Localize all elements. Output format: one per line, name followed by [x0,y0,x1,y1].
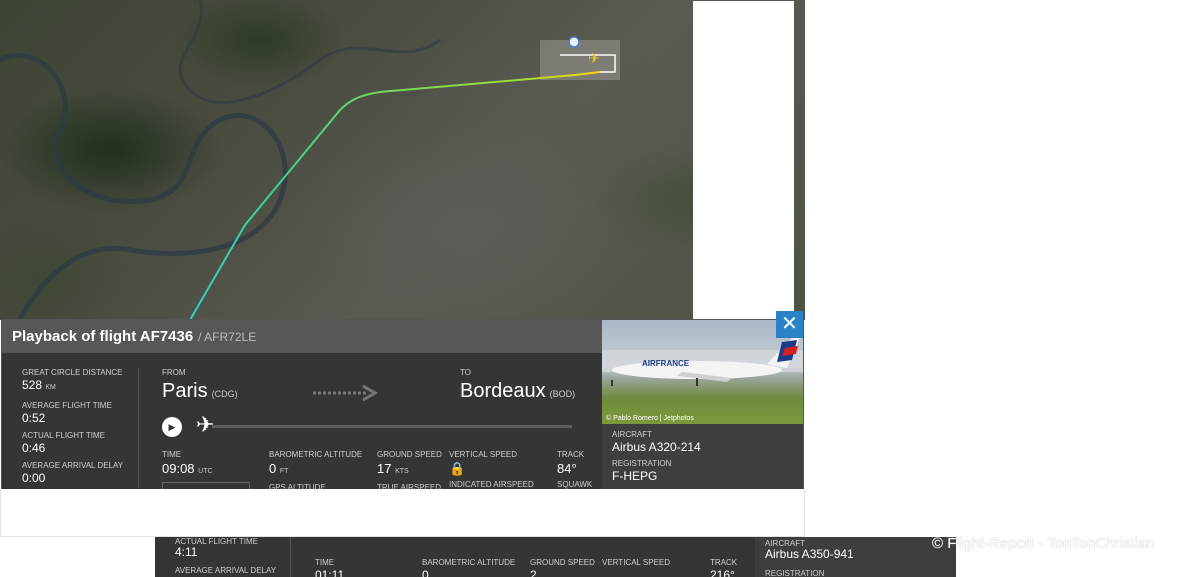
divider [138,368,139,488]
baro-altitude-label: BAROMETRIC ALTITUDE [269,450,363,459]
close-icon: ✕ [781,313,798,335]
vertical-speed-column: VERTICAL SPEED 🔒 INDICATED AIRSPEED [449,450,534,490]
play-button[interactable]: ▶ [162,417,182,437]
destination-city: Bordeaux (BOD) [460,380,575,403]
second-playback-panel: ACTUAL FLIGHT TIME 4:11 AVERAGE ARRIVAL … [155,537,956,577]
ground-speed-label: GROUND SPEED [377,450,442,459]
aircraft-info: AIRCRAFT Airbus A320-214 REGISTRATION F-… [612,430,701,488]
baro-altitude-column: BAROMETRIC ALTITUDE 0 FT GPS ALTITUDE [269,450,363,490]
stat-value: 0:00 [22,471,46,485]
aircraft-marker-icon[interactable]: ✈ [588,50,600,66]
blank-map-area [693,1,794,319]
stat-label: ACTUAL FLIGHT TIME [22,431,105,440]
callsign: / AFR72LE [198,329,257,344]
stat-label: AVERAGE FLIGHT TIME [22,401,112,410]
distance-unit: KM [45,384,56,391]
river-branch [178,0,441,104]
close-button[interactable]: ✕ [776,311,803,338]
aircraft-value: Airbus A320-214 [612,440,701,454]
from-label: FROM [162,368,186,377]
satellite-map[interactable]: ✈ [0,0,805,320]
flight-stats: GREAT CIRCLE DISTANCE 528 KM AVERAGE FLI… [22,368,137,490]
aircraft-info: AIRCRAFT Airbus A350-941 REGISTRATION [755,537,956,577]
time-value: 01:11 [315,568,345,577]
stat-value: 0:52 [22,411,46,425]
baro-altitude-value: 0 [422,568,429,577]
baro-altitude-number: 0 [269,461,277,476]
panel-header: Playback of flight AF7436 / AFR72LE [2,320,602,353]
ground-speed-column: GROUND SPEED 17 KTS TRUE AIRSPEED [377,450,442,490]
baro-altitude-label: BAROMETRIC ALTITUDE [422,558,516,567]
registration-label: REGISTRATION [765,569,825,577]
vertical-speed-label: VERTICAL SPEED [449,450,518,459]
playback-timeline[interactable] [212,425,572,428]
time-label: TIME [162,450,182,459]
playback-panel: Playback of flight AF7436 / AFR72LE GREA… [1,319,804,491]
average-arrival-delay-label: AVERAGE ARRIVAL DELAY [175,566,277,575]
route-arrow-icon [313,384,378,402]
timeline-plane-icon[interactable]: ✈ [196,414,214,436]
time-number: 09:08 [162,461,195,476]
ground-speed-label: GROUND SPEED [530,558,595,567]
track-value: 216° [710,568,735,577]
divider [290,537,291,577]
stat-value: 528 KM [22,378,137,395]
page-title: Playback of flight AF7436 [12,328,194,345]
registration-value: F-HEPG [612,469,658,483]
track-label: TRACK [710,558,738,567]
baro-altitude-unit: FT [279,468,289,475]
track-value: 84° [557,461,577,476]
time-value: 09:08 UTC [162,460,213,480]
time-label: TIME [315,558,335,567]
play-icon: ▶ [168,422,176,432]
location-pin-icon[interactable] [568,36,580,48]
registration-label: REGISTRATION [612,459,672,468]
aircraft-photo[interactable]: AIRFRANCE © Pablo Romero | Jetphotos [602,320,803,424]
photo-credit: © Pablo Romero | Jetphotos [606,415,694,422]
lock-icon[interactable]: 🔒 [449,460,534,477]
stat-value: 0:46 [22,441,46,455]
baro-altitude-value: 0 FT [269,460,362,480]
livery-text: AIRFRANCE [642,359,690,368]
airplane-image: AIRFRANCE [602,338,803,386]
ground-speed-value: 2 [530,568,537,577]
time-unit: UTC [198,468,213,475]
vertical-speed-label: VERTICAL SPEED [602,558,671,567]
origin-city-name: Paris [162,380,208,402]
ground-speed-number: 17 [377,461,392,476]
watermark: © Flight-Report - TonTonChristian [932,535,1155,552]
stat-label: AVERAGE ARRIVAL DELAY [22,461,124,470]
flight-path [189,71,601,320]
track-column: TRACK 84° SQUAWK [557,450,592,490]
destination-code: (BOD) [549,389,576,399]
ground-speed-unit: KTS [395,468,409,475]
time-column: TIME 09:08 UTC [162,450,213,480]
distance-value: 528 [22,378,43,392]
destination-city-name: Bordeaux [460,380,546,402]
origin-city: Paris (CDG) [162,380,238,403]
stat-label: GREAT CIRCLE DISTANCE [22,368,123,377]
actual-flight-time-value: 4:11 [175,545,198,559]
river [0,52,288,320]
ground-speed-value: 17 KTS [377,460,442,480]
white-overlay [0,489,805,537]
map-overlay: ✈ [0,0,620,320]
track-label: TRACK [557,450,585,459]
to-label: TO [460,368,471,377]
aircraft-value: Airbus A350-941 [765,547,854,561]
origin-code: (CDG) [211,389,238,399]
aircraft-label: AIRCRAFT [612,430,652,439]
